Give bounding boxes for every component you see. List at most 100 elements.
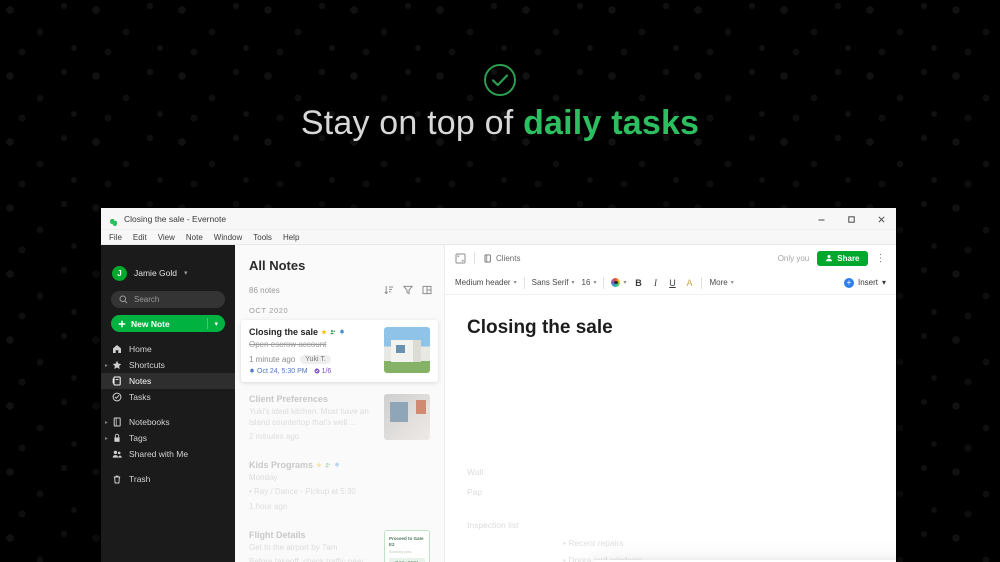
note-card-meta: 1 minute ago Yuki T. bbox=[249, 354, 378, 364]
note-card-thumbnail-boarding-pass: Proceed to Gate E2 Boarding pass G16: 29… bbox=[384, 529, 430, 562]
sidebar-item-shortcuts[interactable]: ▸ Shortcuts bbox=[101, 357, 235, 373]
note-card-client-preferences[interactable]: Client Preferences Yuki's ideal kitchen.… bbox=[241, 387, 438, 449]
menu-file[interactable]: File bbox=[109, 233, 122, 242]
star-icon bbox=[316, 462, 322, 468]
note-card-closing-the-sale[interactable]: Closing the sale Open escrow account 1 m… bbox=[241, 320, 438, 382]
note-card-title-row: Closing the sale bbox=[249, 327, 378, 337]
chevron-down-icon[interactable]: ▾ bbox=[184, 269, 188, 277]
search-input[interactable]: Search bbox=[111, 291, 225, 308]
menu-edit[interactable]: Edit bbox=[133, 233, 147, 242]
share-label: Share bbox=[837, 253, 860, 263]
note-card-thumbnail-kitchen bbox=[384, 393, 430, 440]
check-circle-icon bbox=[482, 62, 518, 103]
filter-icon[interactable] bbox=[402, 285, 414, 295]
note-card-time: 1 minute ago bbox=[249, 354, 296, 364]
note-card-thumbnail-house bbox=[384, 327, 430, 373]
note-card-title: Closing the sale bbox=[249, 327, 319, 337]
kebab-menu-icon[interactable]: ⋮ bbox=[876, 253, 887, 264]
account-row[interactable]: J Jamie Gold ▾ bbox=[101, 260, 235, 284]
font-family-dropdown[interactable]: Sans Serif ▾ bbox=[532, 278, 575, 287]
boarding-pass-code: G16: 2971 bbox=[389, 558, 425, 562]
new-note-dropdown-icon[interactable]: ▾ bbox=[214, 320, 218, 328]
avatar: J bbox=[112, 265, 127, 281]
notebook-selector[interactable]: Clients bbox=[483, 254, 520, 263]
menu-window[interactable]: Window bbox=[214, 233, 242, 242]
sidebar-item-notebooks[interactable]: ▸ Notebooks bbox=[101, 414, 235, 430]
note-body-label-pap: Pap bbox=[467, 487, 483, 497]
sidebar-nav: Home ▸ Shortcuts Notes Tasks ▸ Notebooks… bbox=[101, 341, 235, 487]
highlight-button[interactable]: A bbox=[684, 278, 694, 288]
note-card-reminder: Oct 24, 5:30 PM bbox=[249, 368, 308, 375]
note-card-time: 1 hour ago bbox=[249, 501, 288, 511]
sidebar-item-tags[interactable]: ▸ Tags bbox=[101, 430, 235, 446]
paragraph-style-label: Medium header bbox=[455, 278, 511, 287]
notebook-name: Clients bbox=[496, 253, 521, 263]
note-card-task-count: 1/6 bbox=[314, 368, 331, 375]
note-card-snippet: Open escrow account bbox=[249, 340, 327, 349]
sidebar-item-home[interactable]: Home bbox=[101, 341, 235, 357]
more-formatting-dropdown[interactable]: More ▾ bbox=[709, 278, 733, 287]
maximize-button[interactable] bbox=[836, 208, 866, 230]
chevron-down-icon: ▾ bbox=[513, 280, 517, 286]
note-card-reminder-text: Oct 24, 5:30 PM bbox=[257, 367, 308, 375]
shared-icon bbox=[330, 329, 336, 335]
share-button[interactable]: Share bbox=[817, 250, 868, 266]
expand-arrow-icon[interactable]: ▸ bbox=[105, 362, 108, 369]
sidebar: chevron-left-icon chevron-right-icon J J… bbox=[101, 245, 235, 562]
bold-button[interactable]: B bbox=[633, 278, 643, 288]
hero-title: Stay on top of daily tasks bbox=[0, 104, 1000, 143]
nav-arrows: chevron-left-icon chevron-right-icon bbox=[101, 251, 235, 260]
menu-view[interactable]: View bbox=[158, 233, 175, 242]
underline-button[interactable]: U bbox=[667, 278, 677, 288]
plus-icon: + bbox=[843, 277, 854, 288]
expand-icon[interactable] bbox=[455, 253, 466, 264]
italic-button[interactable]: I bbox=[650, 278, 660, 288]
view-layout-icon[interactable] bbox=[422, 285, 432, 295]
sidebar-item-trash[interactable]: Trash bbox=[101, 471, 235, 487]
note-icon bbox=[112, 376, 122, 386]
note-list-actions bbox=[384, 285, 432, 295]
insert-button[interactable]: + Insert ▾ bbox=[843, 277, 886, 288]
text-color-picker[interactable]: ▾ bbox=[611, 278, 626, 287]
expand-arrow-icon[interactable]: ▸ bbox=[105, 435, 108, 442]
divider bbox=[523, 276, 525, 289]
insert-label: Insert bbox=[857, 278, 878, 287]
trash-icon bbox=[112, 474, 122, 484]
note-card-content: Kids Programs Monday • Ray / Dance - Pic… bbox=[249, 460, 430, 511]
sidebar-item-notes[interactable]: Notes bbox=[101, 373, 235, 389]
window-titlebar: Closing the sale - Evernote bbox=[101, 208, 896, 230]
note-card-title-row: Kids Programs bbox=[249, 460, 430, 470]
notebook-icon bbox=[483, 253, 492, 263]
note-editor: Clients Only you Share ⋮ Medium header ▾… bbox=[445, 245, 896, 562]
new-note-button[interactable]: New Note ▾ bbox=[111, 315, 225, 332]
note-card-kids-programs[interactable]: Kids Programs Monday • Ray / Dance - Pic… bbox=[241, 453, 438, 518]
new-note-label: New Note bbox=[131, 318, 170, 329]
note-body[interactable]: Wall Pap Inspection list • Recent repair… bbox=[445, 339, 896, 562]
note-card-flight-details[interactable]: Flight Details Get to the airport by 7am… bbox=[241, 523, 438, 562]
minimize-button[interactable] bbox=[806, 208, 836, 230]
search-icon bbox=[119, 295, 128, 304]
note-body-columns: Wall Pap Inspection list • Recent repair… bbox=[467, 467, 896, 562]
sort-icon[interactable] bbox=[384, 285, 394, 295]
sidebar-item-shared-with-me[interactable]: Shared with Me bbox=[101, 446, 235, 462]
menu-tools[interactable]: Tools bbox=[253, 233, 272, 242]
expand-arrow-icon[interactable]: ▸ bbox=[105, 419, 108, 426]
evernote-elephant-icon bbox=[109, 214, 118, 226]
menu-note[interactable]: Note bbox=[186, 233, 203, 242]
paragraph-style-dropdown[interactable]: Medium header ▾ bbox=[455, 278, 517, 287]
sidebar-item-tasks[interactable]: Tasks bbox=[101, 389, 235, 405]
note-card-snippet-line2: Before takeoff, check traffic near … bbox=[249, 556, 375, 562]
font-size-dropdown[interactable]: 16 ▾ bbox=[582, 278, 597, 287]
share-person-icon bbox=[825, 254, 833, 262]
close-button[interactable] bbox=[866, 208, 896, 230]
sidebar-item-label: Tags bbox=[129, 433, 147, 443]
menu-help[interactable]: Help bbox=[283, 233, 299, 242]
note-card-badges: Oct 24, 5:30 PM 1/6 bbox=[249, 368, 378, 375]
chevron-down-icon: ▾ bbox=[623, 280, 627, 286]
note-group-label: OCT 2020 bbox=[249, 306, 289, 315]
note-card-content: Client Preferences Yuki's ideal kitchen.… bbox=[249, 394, 378, 442]
note-title[interactable]: Closing the sale bbox=[445, 295, 896, 339]
note-list-subheader: 86 notes bbox=[235, 273, 444, 295]
note-card-content: Closing the sale Open escrow account 1 m… bbox=[249, 327, 378, 375]
